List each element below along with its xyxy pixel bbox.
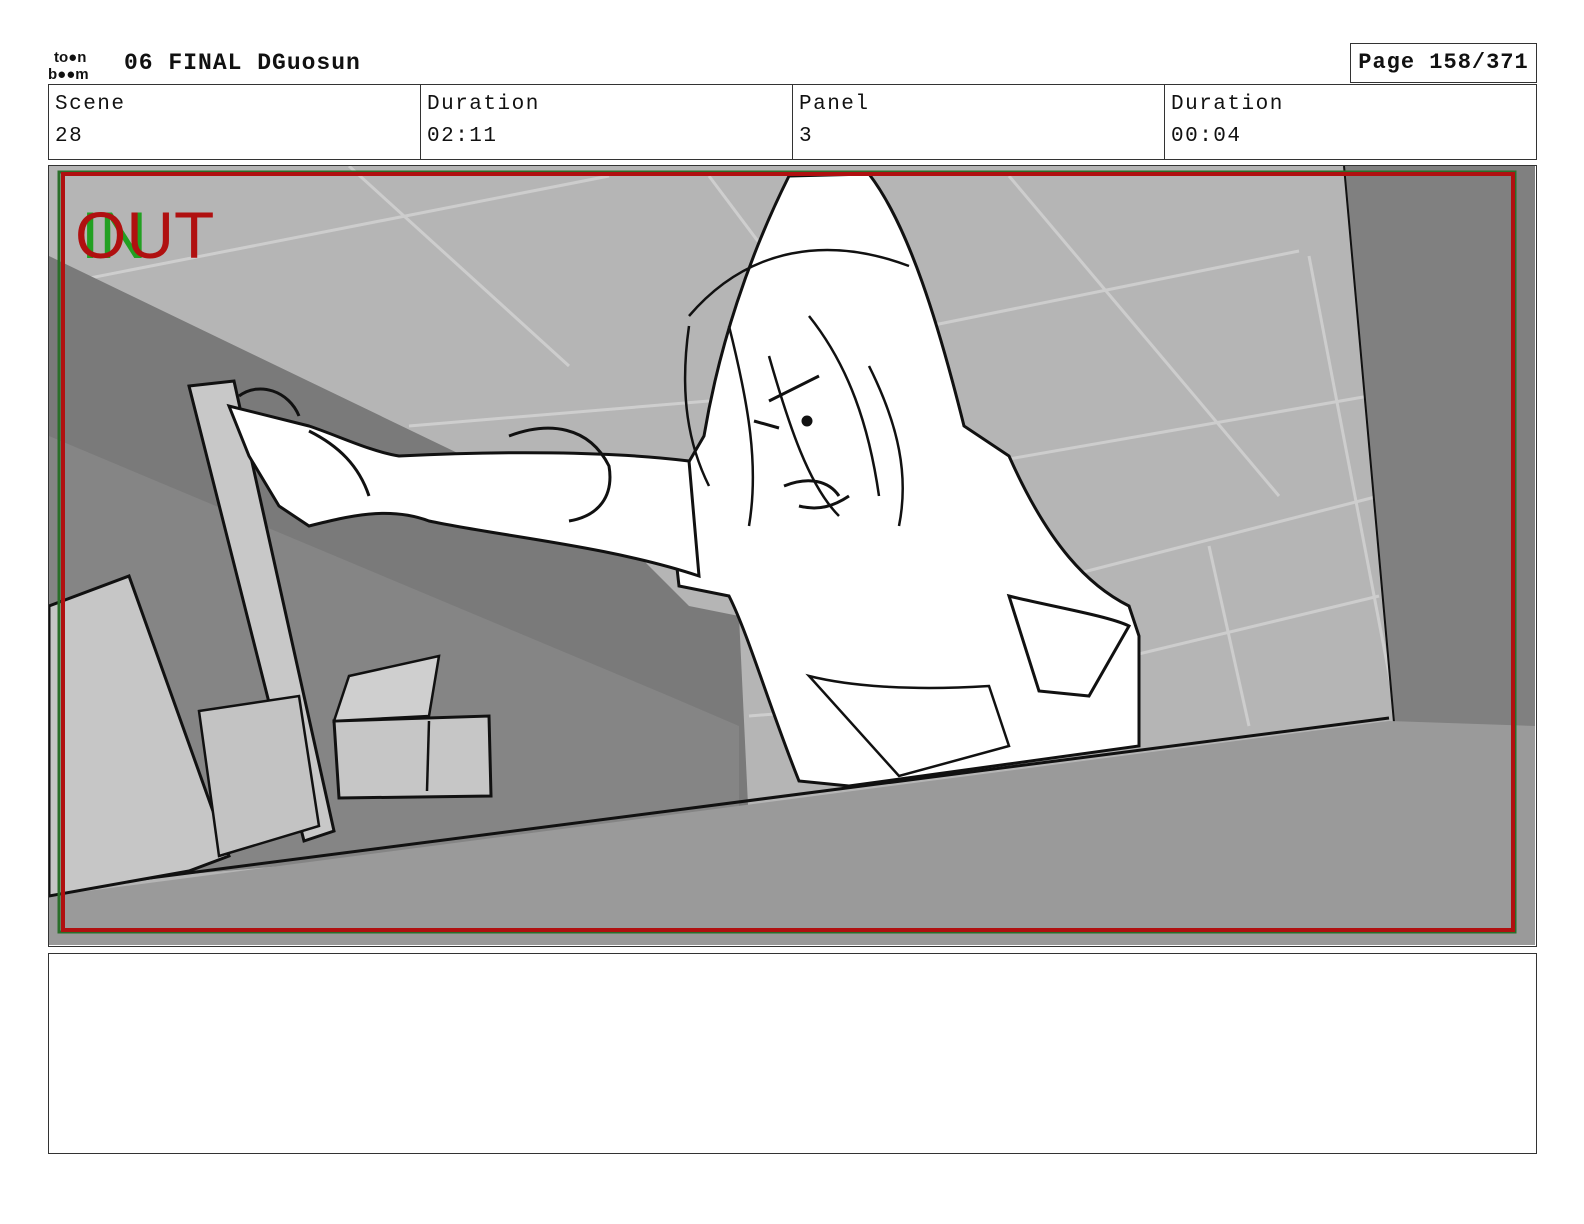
toonboom-logo: to●n b●●m — [48, 49, 89, 82]
document-title: 06 FINAL DGuosun — [124, 50, 361, 76]
panel-duration-label: Duration — [1171, 93, 1284, 116]
page-number: Page 158/371 — [1350, 43, 1537, 83]
panel-duration-value: 00:04 — [1171, 125, 1242, 148]
panel-label: Panel — [799, 93, 870, 116]
storyboard-sketch: IN OUT — [49, 166, 1535, 945]
scene-cell: Scene 28 — [49, 85, 421, 159]
logo-bottom-text: b●●m — [48, 66, 89, 82]
logo-top-text: to●n — [54, 49, 86, 66]
panel-duration-cell: Duration 00:04 — [1165, 85, 1536, 159]
scene-duration-label: Duration — [427, 93, 540, 116]
panel-notes[interactable] — [48, 953, 1537, 1154]
panel-value: 3 — [799, 125, 814, 148]
scene-label: Scene — [55, 93, 126, 116]
out-marker: OUT — [75, 198, 214, 272]
panel-cell: Panel 3 — [793, 85, 1165, 159]
scene-duration-value: 02:11 — [427, 125, 498, 148]
storyboard-frame: IN OUT — [48, 165, 1537, 947]
scene-value: 28 — [55, 125, 84, 148]
scene-duration-cell: Duration 02:11 — [421, 85, 793, 159]
panel-info-table: Scene 28 Duration 02:11 Panel 3 Duration… — [48, 84, 1537, 160]
